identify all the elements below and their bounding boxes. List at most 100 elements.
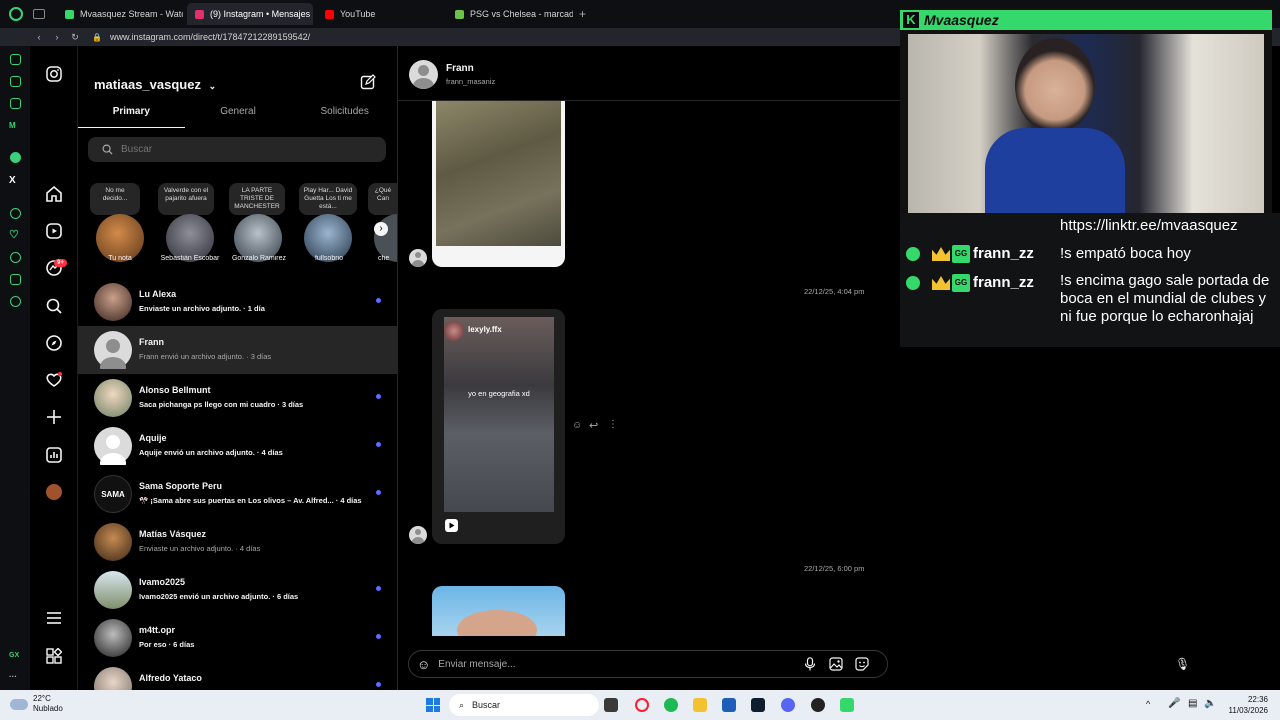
settings-gear-icon[interactable] (10, 296, 21, 307)
dashboard-icon[interactable] (44, 445, 64, 465)
spotify-icon[interactable] (664, 698, 678, 712)
shared-reel-card[interactable]: lexyly.ffx yo en geografia xd (432, 309, 565, 544)
obs-icon[interactable] (811, 698, 825, 712)
search-icon[interactable] (44, 296, 64, 316)
opera-gx-taskbar-icon[interactable] (635, 698, 649, 712)
emoji-icon[interactable]: ☺ (417, 657, 430, 672)
url-field[interactable]: www.instagram.com/direct/t/1784721228915… (110, 32, 310, 42)
whatsapp-icon[interactable] (10, 152, 21, 163)
instagram-logo-icon[interactable] (44, 64, 64, 84)
more-options-icon[interactable]: ⋮ (608, 419, 618, 430)
notifications-heart-icon[interactable] (44, 370, 64, 390)
unread-dot (376, 634, 381, 639)
conversation-row[interactable]: Lu Alexa Enviaste un archivo adjunto. · … (78, 278, 397, 326)
account-switcher[interactable]: matiaas_vasquez ⌄ (94, 77, 216, 92)
profile-avatar[interactable] (44, 482, 64, 502)
message-composer[interactable]: ☺ 🎙 (408, 650, 1190, 678)
chat-contact-username: frann_masaniz (446, 77, 496, 86)
clock-time: 22:36 (1247, 695, 1268, 704)
volume-tray-icon[interactable]: 🔈 (1204, 698, 1216, 709)
weather-description: Nublado (33, 704, 63, 713)
forward-icon[interactable]: › (50, 32, 64, 42)
reel-play-icon[interactable] (445, 519, 458, 532)
conversation-row[interactable]: Matías Vásquez Enviaste un archivo adjun… (78, 518, 397, 566)
explore-compass-icon[interactable] (44, 333, 64, 353)
browser-tab-youtube[interactable]: YouTube (317, 3, 443, 25)
conversation-preview: 🎌 ¡Sama abre sus puertas en Los olivos –… (139, 496, 362, 505)
taskbar-search[interactable]: ⌕ Buscar (449, 694, 599, 716)
shared-media-card[interactable] (432, 101, 565, 267)
sama-logo-avatar: SAMA (94, 475, 132, 513)
tab-primary[interactable]: Primary (78, 102, 185, 128)
tray-chevron-icon[interactable]: ^ (1146, 699, 1150, 709)
browser-tab-psg-chelsea[interactable]: PSG vs Chelsea - marcado (447, 3, 573, 25)
aria-icon[interactable] (10, 54, 21, 65)
react-emoji-icon[interactable]: ☺ (572, 420, 582, 431)
file-explorer-icon[interactable] (693, 698, 707, 712)
search-input[interactable] (121, 144, 321, 155)
discord-icon[interactable] (781, 698, 795, 712)
create-plus-icon[interactable] (44, 407, 64, 427)
sticker-icon[interactable] (855, 657, 869, 676)
tab-requests[interactable]: Solicitudes (291, 102, 397, 128)
conversation-row[interactable]: Ivamo2025 Ivamo2025 envió un archivo adj… (78, 566, 397, 614)
avatar (94, 523, 132, 561)
reload-icon[interactable]: ↻ (68, 32, 82, 43)
chat-avatar[interactable] (409, 60, 438, 89)
favorites-heart-icon[interactable]: ♡ (9, 228, 19, 241)
more-options-icon[interactable]: ··· (9, 672, 17, 681)
also-from-meta-icon[interactable] (44, 646, 64, 666)
back-icon[interactable]: ‹ (32, 32, 46, 42)
x-twitter-icon[interactable]: X (9, 175, 16, 186)
tab-overview-icon[interactable] (33, 9, 45, 19)
messenger-icon[interactable]: M (9, 121, 16, 130)
opera-logo-icon[interactable] (9, 7, 23, 21)
microphone-icon[interactable] (804, 657, 816, 676)
menu-hamburger-icon[interactable] (44, 608, 64, 628)
history-icon[interactable] (10, 252, 21, 263)
reels-icon[interactable] (44, 221, 64, 241)
shared-media-card[interactable] (432, 586, 565, 636)
windows-taskbar: 22°C Nublado ⌕ Buscar ^ 🎤 ▤ 🔈 22:36 11/0… (0, 690, 1280, 720)
conversation-row[interactable]: SAMA Sama Soporte Peru 🎌 ¡Sama abre sus … (78, 470, 397, 518)
browser-tab-stream[interactable]: Mvaasquez Stream - Watc (57, 3, 183, 25)
note-bubble[interactable]: ¿Qué Can (368, 183, 397, 215)
clock[interactable]: 22:36 11/03/2026 (1222, 694, 1268, 716)
notes-next-chevron-icon[interactable]: › (374, 222, 388, 236)
conversation-row[interactable]: Frann Frann envió un archivo adjunto. · … (78, 326, 397, 377)
weather-widget[interactable]: 22°C Nublado (10, 694, 63, 714)
new-tab-button[interactable]: + (579, 7, 586, 21)
player-icon[interactable] (10, 208, 21, 219)
gx-control-icon[interactable] (10, 98, 21, 109)
extensions-icon[interactable] (10, 274, 21, 285)
store-icon[interactable] (722, 698, 736, 712)
tab-general[interactable]: General (185, 102, 292, 128)
reply-icon[interactable]: ↩ (589, 419, 598, 432)
search-bar[interactable] (88, 137, 386, 162)
note-bubble[interactable]: Valverde con el pajarito afuera (158, 183, 214, 215)
conversation-row[interactable]: Alfredo Yataco (78, 662, 397, 690)
microphone-icon[interactable]: 🎙 (1175, 657, 1190, 671)
avatar (94, 571, 132, 609)
windows-start-icon[interactable] (426, 698, 440, 712)
wifi-tray-icon[interactable]: ▤ (1188, 698, 1197, 709)
note-bubble[interactable]: LA PARTE TRISTE DE MANCHESTER (229, 183, 285, 215)
home-icon[interactable] (44, 184, 64, 204)
new-message-icon[interactable] (360, 74, 376, 95)
browser-tab-instagram[interactable]: (9) Instagram • Mensajes (187, 3, 313, 25)
streamer-app-icon[interactable] (840, 698, 854, 712)
message-input[interactable] (438, 658, 739, 670)
conversation-row[interactable]: Aquije Aquije envió un archivo adjunto. … (78, 422, 397, 473)
kick-app-icon[interactable] (751, 698, 765, 712)
chat-contact-name[interactable]: Frann (446, 63, 474, 74)
avatar (94, 283, 132, 321)
lock-icon: 🔒 (92, 32, 102, 42)
conversation-row[interactable]: m4tt.opr Por eso · 6 días (78, 614, 397, 662)
note-bubble[interactable]: Play Har... David Guetta Los ti me está.… (299, 183, 357, 215)
conversation-row[interactable]: Alonso Bellmunt Saca pichanga ps llego c… (78, 374, 397, 422)
note-bubble[interactable]: No me decido... (90, 183, 140, 215)
task-view-icon[interactable] (604, 698, 618, 712)
microphone-tray-icon[interactable]: 🎤 (1168, 698, 1180, 709)
image-upload-icon[interactable] (829, 657, 843, 676)
crypto-wallet-icon[interactable] (10, 76, 21, 87)
